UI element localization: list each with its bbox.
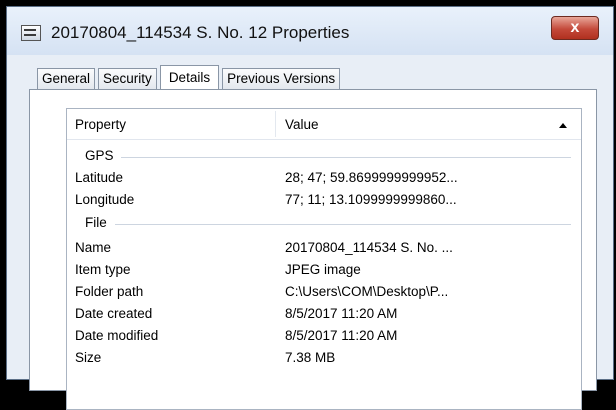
property-list[interactable]: Property Value GPS Latitude 28; 47; 59.8… [66,108,582,410]
property-name: Longitude [75,192,135,207]
property-name: Date created [75,306,153,321]
list-item[interactable]: Longitude 77; 11; 13.1099999999860... [67,189,581,211]
property-name: Name [75,240,112,255]
list-item[interactable]: Date created 8/5/2017 11:20 AM [67,303,581,325]
property-value: C:\Users\COM\Desktop\P... [285,284,449,299]
group-label: GPS [85,148,114,163]
property-name: Size [75,350,102,365]
property-value: 28; 47; 59.8699999999952... [285,170,458,185]
list-header: Property Value [67,109,581,140]
list-item[interactable]: Item type JPEG image [67,259,581,281]
property-name: Latitude [75,170,124,185]
property-name: Folder path [75,284,144,299]
window-icon[interactable] [21,25,41,41]
tab-previous-versions[interactable]: Previous Versions [222,68,341,89]
list-item[interactable]: Folder path C:\Users\COM\Desktop\P... [67,281,581,303]
property-value: 8/5/2017 11:20 AM [285,306,398,321]
list-item[interactable]: Latitude 28; 47; 59.8699999999952... [67,167,581,189]
window-title: 20170804_114534 S. No. 12 Properties [51,23,350,42]
property-value: 77; 11; 13.1099999999860... [285,192,457,207]
group-divider [121,157,571,158]
property-value: 8/5/2017 11:20 AM [285,328,398,343]
column-header-value[interactable]: Value [285,117,319,132]
group-header-file: File [67,212,581,234]
tab-details[interactable]: Details [159,65,220,90]
column-header-property[interactable]: Property [75,117,126,132]
title-bar[interactable]: 20170804_114534 S. No. 12 Properties x [7,7,613,55]
group-header-gps: GPS [67,145,581,167]
close-button[interactable]: x [551,16,599,40]
properties-window: 20170804_114534 S. No. 12 Properties x G… [6,6,614,410]
list-item[interactable]: Size 7.38 MB [67,347,581,369]
details-panel: Property Value GPS Latitude 28; 47; 59.8… [29,89,597,410]
list-item[interactable]: Name 20170804_114534 S. No. ... [67,237,581,259]
group-divider [115,224,571,225]
tab-general[interactable]: General [37,68,96,89]
property-value: 7.38 MB [285,350,336,365]
tab-strip: General Security Details Previous Versio… [37,65,343,90]
property-value: 20170804_114534 S. No. ... [285,240,453,255]
list-item[interactable]: Date modified 8/5/2017 11:20 AM [67,325,581,347]
sort-ascending-icon[interactable] [559,123,567,128]
property-name: Date modified [75,328,159,343]
column-divider[interactable] [275,111,276,137]
group-label: File [85,215,107,230]
tab-security[interactable]: Security [98,68,157,89]
property-name: Item type [75,262,131,277]
property-value: JPEG image [285,262,361,277]
